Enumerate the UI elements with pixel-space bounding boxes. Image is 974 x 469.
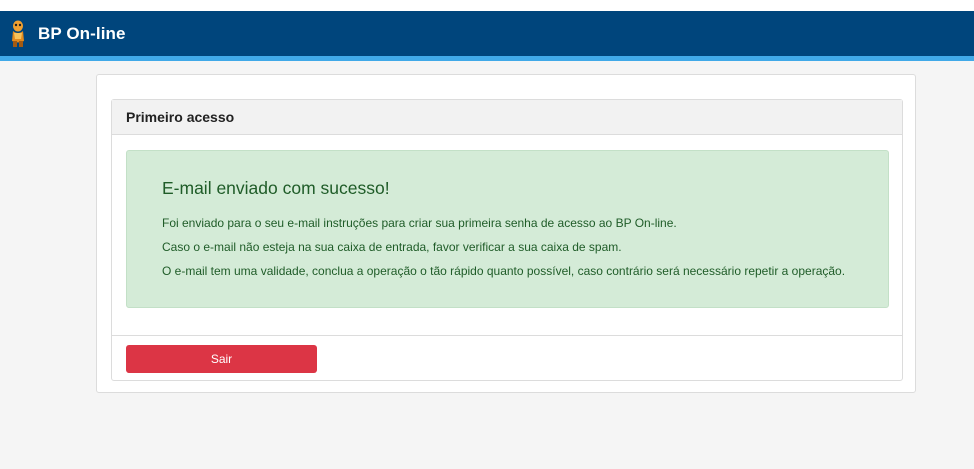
alert-title: E-mail enviado com sucesso!	[162, 178, 390, 198]
panel-title: Primeiro acesso	[112, 100, 902, 135]
top-spacer	[0, 0, 974, 11]
alert-line-3: O e-mail tem uma validade, conclua a ope…	[162, 264, 846, 278]
alert-line-1: Foi enviado para o seu e-mail instruções…	[162, 216, 677, 230]
success-alert: E-mail enviado com sucesso! Foi enviado …	[126, 150, 889, 308]
alert-line-2: Caso o e-mail não esteja na sua caixa de…	[162, 240, 622, 254]
main-card: Primeiro acesso E-mail enviado com suces…	[96, 74, 916, 393]
app-title[interactable]: BP On-line	[38, 24, 126, 44]
first-access-panel: Primeiro acesso E-mail enviado com suces…	[111, 99, 903, 381]
exit-button[interactable]: Sair	[126, 345, 317, 373]
mascot-logo-icon[interactable]	[7, 19, 29, 49]
top-navbar: BP On-line	[0, 11, 974, 56]
navbar-accent-bar	[0, 56, 974, 61]
panel-footer: Sair	[112, 335, 902, 381]
